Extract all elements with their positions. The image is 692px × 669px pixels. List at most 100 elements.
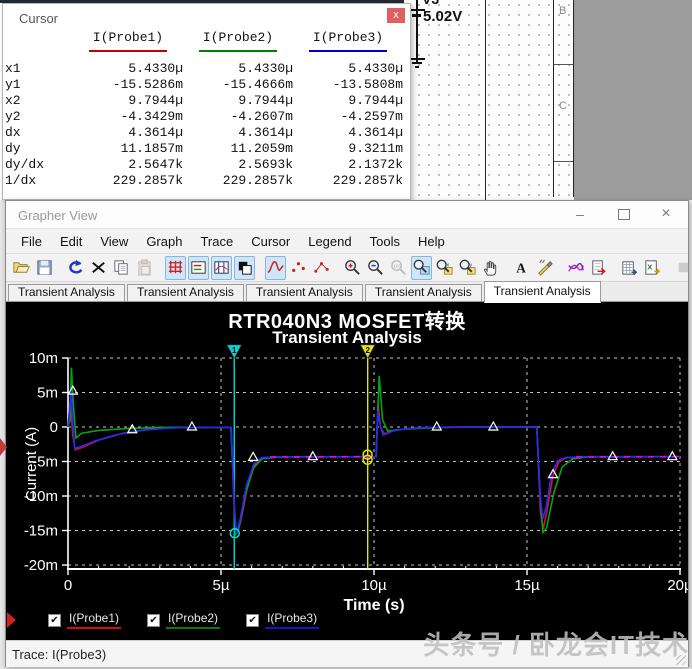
background-probe-arrow-icon xyxy=(0,438,7,456)
svg-text:-15m: -15m xyxy=(24,523,58,540)
svg-text:10µ: 10µ xyxy=(361,577,387,594)
zoom-x-button[interactable]: x xyxy=(434,256,455,280)
window-title: Grapher View xyxy=(18,208,98,223)
legend-item-iprobe1[interactable]: ✔ I(Probe1) xyxy=(48,611,122,629)
show-cursors-button[interactable] xyxy=(211,255,232,280)
legend-checkbox[interactable]: ✔ xyxy=(246,613,260,627)
axis-layer xyxy=(62,357,681,575)
black-white-toggle-button[interactable] xyxy=(234,255,255,280)
cursor-dialog-close-button[interactable]: x xyxy=(387,8,405,23)
screen: V3 5.02V B C Cursor x I(Probe1)I(Probe2)… xyxy=(0,0,692,669)
menu-legend[interactable]: Legend xyxy=(299,232,360,251)
legend-checkbox[interactable]: ✔ xyxy=(48,613,61,627)
tab-transient-analysis-4[interactable]: Transient Analysis xyxy=(364,284,482,302)
scatter-line-plot-button[interactable] xyxy=(311,256,332,280)
cursor-dialog-title: Cursor xyxy=(19,11,59,26)
tab-transient-analysis-1[interactable]: Transient Analysis xyxy=(8,284,125,302)
delete-button[interactable] xyxy=(88,256,109,280)
cursor-row-y1: y1 -15.5286m -15.4666m -13.5808m xyxy=(5,77,403,92)
cursor-table-body: x1 5.4330µ 5.4330µ 5.4330µ y1 -15.5286m -15.46… xyxy=(3,61,410,189)
zoom-y-button[interactable]: y xyxy=(457,256,478,280)
menu-graph[interactable]: Graph xyxy=(137,232,191,251)
minimize-button[interactable]: – xyxy=(570,205,590,223)
undo-button[interactable] xyxy=(65,256,86,280)
export-excel-button[interactable]: X xyxy=(642,256,663,280)
sheet-border-line xyxy=(485,0,486,200)
ground-icon xyxy=(415,66,419,68)
zone-label-c: C xyxy=(559,100,567,112)
cursor-row-y2: y2 -4.3429m -4.2607m -4.2597m xyxy=(5,109,403,124)
legend-item-iprobe3[interactable]: ✔ I(Probe3) xyxy=(246,611,320,629)
annotate-button[interactable] xyxy=(534,256,555,280)
tab-transient-analysis-2[interactable]: Transient Analysis xyxy=(126,284,244,302)
legend-item-iprobe2[interactable]: ✔ I(Probe2) xyxy=(147,611,221,629)
tab-row: Transient Analysis Transient Analysis Tran… xyxy=(6,281,688,303)
svg-text:0: 0 xyxy=(64,577,72,594)
ground-icon xyxy=(409,58,425,60)
menu-help[interactable]: Help xyxy=(409,232,454,251)
menu-edit[interactable]: Edit xyxy=(51,232,91,251)
workspace-gray-area xyxy=(574,0,692,200)
svg-text:100: 100 xyxy=(393,264,401,270)
copy-button[interactable] xyxy=(111,256,132,280)
cursor-dialog-titlebar[interactable]: Cursor x xyxy=(3,4,410,28)
svg-text:0: 0 xyxy=(50,419,58,436)
svg-text:A: A xyxy=(516,260,526,275)
cursor-row-dx: dx 4.3614µ 4.3614µ 4.3614µ xyxy=(5,125,403,140)
pan-button[interactable] xyxy=(480,256,501,280)
line-plot-button[interactable] xyxy=(265,255,286,280)
close-button[interactable]: × xyxy=(656,205,676,223)
maximize-icon xyxy=(618,209,630,220)
overlay-traces-button[interactable] xyxy=(565,256,586,280)
zoom-100-button[interactable]: 100 xyxy=(388,256,409,280)
plot: 10m5m0-5m-10m-15m-20m05µ10µ15µ20µTime (s… xyxy=(23,344,688,614)
zone-divider xyxy=(554,161,573,162)
maximize-button[interactable] xyxy=(614,205,634,223)
zoom-in-button[interactable] xyxy=(342,256,363,280)
export-grid-button[interactable] xyxy=(619,256,640,280)
battery-plate-short-icon xyxy=(412,14,421,17)
cursor-table-header: I(Probe1) I(Probe2) I(Probe3) xyxy=(3,30,410,52)
chart-area: RTR040N3 MOSFET转换 Transient Analysis 10m… xyxy=(6,302,688,640)
status-bar: Trace: I(Probe3) xyxy=(6,640,688,667)
schematic-canvas: V3 5.02V B C xyxy=(404,0,575,200)
status-text: Trace: I(Probe3) xyxy=(12,647,107,662)
show-grid-button[interactable] xyxy=(165,255,186,280)
tab-transient-analysis-5[interactable]: Transient Analysis xyxy=(483,281,601,303)
menu-tools[interactable]: Tools xyxy=(361,232,409,251)
grapher-window: Grapher View – × File Edit View Graph Trace C… xyxy=(5,200,689,667)
chart-legend: ✔ I(Probe1) ✔ I(Probe2) ✔ I(Probe3) xyxy=(48,611,345,629)
x-axis-label: Time (s) xyxy=(343,597,404,614)
svg-text:x: x xyxy=(446,263,449,269)
legend-label: I(Probe2) xyxy=(166,611,221,629)
legend-checkbox[interactable]: ✔ xyxy=(147,613,161,627)
chart-subtitle: Transient Analysis xyxy=(272,328,422,347)
add-text-button[interactable]: A xyxy=(511,256,532,280)
export-graph-button[interactable] xyxy=(588,256,609,280)
paste-button[interactable] xyxy=(134,256,155,280)
svg-text:y: y xyxy=(469,263,472,269)
open-button[interactable] xyxy=(11,256,32,280)
svg-text:X: X xyxy=(647,262,652,271)
cursor-row-x2: x2 9.7944µ 9.7944µ 9.7944µ xyxy=(5,93,403,108)
ground-icon xyxy=(412,62,422,64)
zoom-out-button[interactable] xyxy=(365,256,386,280)
tab-transient-analysis-3[interactable]: Transient Analysis xyxy=(245,284,363,302)
menu-cursor[interactable]: Cursor xyxy=(242,232,299,251)
grapher-titlebar[interactable]: Grapher View – × xyxy=(6,201,688,229)
legend-label: I(Probe3) xyxy=(265,611,320,629)
menu-view[interactable]: View xyxy=(91,232,137,251)
resize-grip[interactable] xyxy=(676,655,686,665)
zoom-area-button[interactable] xyxy=(411,255,432,280)
y-axis-label: Current (A) xyxy=(23,427,40,501)
scatter-plot-button[interactable] xyxy=(288,256,309,280)
zone-divider xyxy=(554,64,573,65)
show-legend-button[interactable] xyxy=(188,255,209,280)
menu-trace[interactable]: Trace xyxy=(191,232,242,251)
multisim-background: V3 5.02V B C Cursor x I(Probe1)I(Probe2)… xyxy=(0,0,692,200)
cursor-column-header: I(Probe1) xyxy=(73,30,183,52)
menu-file[interactable]: File xyxy=(12,232,51,251)
save-button[interactable] xyxy=(34,256,55,280)
cursor-column-header: I(Probe3) xyxy=(293,30,403,52)
voltage-label: 5.02V xyxy=(423,8,463,25)
